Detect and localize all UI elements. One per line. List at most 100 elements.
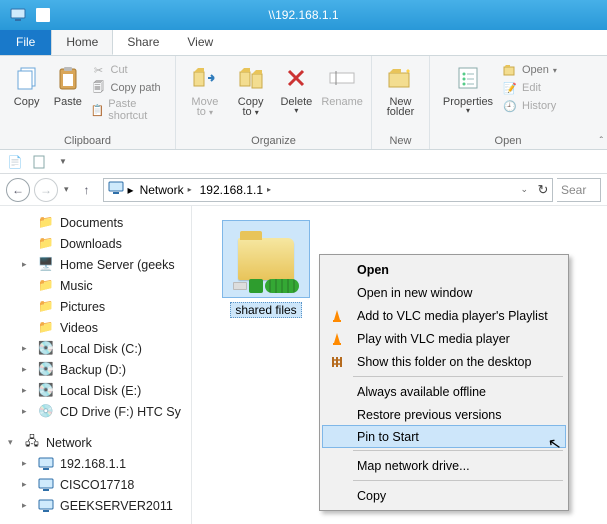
edit-icon: 📝 <box>502 80 518 96</box>
menu-add-vlc[interactable]: Add to VLC media player's Playlist <box>323 304 565 327</box>
copy-to-button[interactable]: Copy to ▾ <box>230 60 272 118</box>
menu-map-drive[interactable]: Map network drive... <box>323 454 565 477</box>
tree-node-cddrive[interactable]: ▸💿CD Drive (F:) HTC Sy <box>0 401 191 422</box>
menu-open[interactable]: Open <box>323 258 565 281</box>
tree-node-locale[interactable]: ▸💽Local Disk (E:) <box>0 380 191 401</box>
quick-access-toolbar: 📄 ▼ <box>0 150 607 174</box>
tab-home[interactable]: Home <box>51 29 113 55</box>
tree-node-ip[interactable]: ▸192.168.1.1 <box>0 453 191 474</box>
shared-folder-label: shared files <box>230 302 301 318</box>
refresh-button[interactable]: ↻ <box>534 182 552 198</box>
window-icon <box>0 8 36 22</box>
ribbon-group-clipboard: Copy Paste ✂Cut 🗐Copy path 📋Paste shortc… <box>0 56 176 149</box>
ribbon-group-open: Properties ▾ Open ▾ 📝Edit 🕘History Open <box>430 56 586 149</box>
open-icon <box>502 62 518 78</box>
pc-icon <box>38 498 54 514</box>
qat-dropdown-icon[interactable]: ▼ <box>54 153 72 171</box>
window-title: \\192.168.1.1 <box>0 8 607 22</box>
menu-open-new-window[interactable]: Open in new window <box>323 281 565 304</box>
drive-icon: 💽 <box>38 341 54 357</box>
drive-icon: 💽 <box>38 362 54 378</box>
nav-tree[interactable]: 📁Documents 📁Downloads ▸🖥️Home Server (ge… <box>0 206 192 524</box>
tree-node-music[interactable]: 📁Music <box>0 275 191 296</box>
ribbon-group-new: New folder New <box>372 56 430 149</box>
tree-node-pictures[interactable]: 📁Pictures <box>0 296 191 317</box>
edit-button[interactable]: 📝Edit <box>502 80 557 96</box>
forward-button[interactable]: → <box>34 178 58 202</box>
recent-dropdown[interactable]: ▾ <box>64 184 69 195</box>
tree-node-downloads[interactable]: 📁Downloads <box>0 233 191 254</box>
address-bar[interactable]: ▸ Network▸ 192.168.1.1▸ ⌄ ↻ <box>103 178 553 202</box>
server-icon: 🖥️ <box>38 257 54 273</box>
cd-icon: 💿 <box>38 404 54 420</box>
properties-button[interactable]: Properties ▾ <box>438 60 498 115</box>
shared-folder-item[interactable]: shared files <box>216 220 316 318</box>
tab-share[interactable]: Share <box>113 29 173 55</box>
copy-icon <box>11 62 43 94</box>
new-folder-button[interactable]: New folder <box>380 60 421 118</box>
delete-button[interactable]: Delete ▾ <box>276 60 318 115</box>
cut-button[interactable]: ✂Cut <box>91 62 167 78</box>
videos-icon: 📁 <box>38 320 54 336</box>
history-icon: 🕘 <box>502 98 518 114</box>
copy-path-button[interactable]: 🗐Copy path <box>91 80 167 96</box>
folder-icon: 📁 <box>38 236 54 252</box>
qat-dropdown[interactable] <box>36 8 50 22</box>
open-button[interactable]: Open ▾ <box>502 62 557 78</box>
address-history-dropdown[interactable]: ⌄ <box>520 184 528 195</box>
menu-separator <box>353 376 563 377</box>
paste-button[interactable]: Paste <box>49 60 86 108</box>
copy-path-icon: 🗐 <box>91 80 107 96</box>
move-to-button[interactable]: Move to ▾ <box>184 60 226 118</box>
up-button[interactable]: ↑ <box>75 178 99 202</box>
fences-icon <box>327 355 347 369</box>
shared-folder-icon <box>222 220 310 298</box>
tree-node-network[interactable]: ▾🖧Network <box>0 432 191 453</box>
delete-icon <box>280 62 312 94</box>
tree-node-localc[interactable]: ▸💽Local Disk (C:) <box>0 338 191 359</box>
search-input[interactable]: Sear <box>557 178 601 202</box>
menu-pin-to-start[interactable]: Pin to Start <box>322 425 566 448</box>
folder-icon: 📁 <box>38 215 54 231</box>
network-icon: 🖧 <box>24 435 40 451</box>
address-pc-icon <box>108 181 124 198</box>
pictures-icon: 📁 <box>38 299 54 315</box>
tree-node-cisco[interactable]: ▸CISCO17718 <box>0 474 191 495</box>
copy-button[interactable]: Copy <box>8 60 45 108</box>
menu-show-desktop[interactable]: Show this folder on the desktop <box>323 350 565 373</box>
paste-shortcut-icon: 📋 <box>91 102 105 118</box>
paste-shortcut-button[interactable]: 📋Paste shortcut <box>91 98 167 122</box>
paste-icon <box>52 62 84 94</box>
vlc-icon <box>327 332 347 346</box>
menu-separator <box>353 480 563 481</box>
tree-node-homeserver[interactable]: ▸🖥️Home Server (geeks <box>0 254 191 275</box>
nav-row: ← → ▾ ↑ ▸ Network▸ 192.168.1.1▸ ⌄ ↻ Sear <box>0 174 607 206</box>
crumb-ip[interactable]: 192.168.1.1▸ <box>198 183 273 197</box>
menu-play-vlc[interactable]: Play with VLC media player <box>323 327 565 350</box>
context-menu: Open Open in new window Add to VLC media… <box>319 254 569 511</box>
cut-icon: ✂ <box>91 62 107 78</box>
tree-node-backup[interactable]: ▸💽Backup (D:) <box>0 359 191 380</box>
history-button[interactable]: 🕘History <box>502 98 557 114</box>
qat-new-icon[interactable]: 📄 <box>6 153 24 171</box>
qat-properties-icon[interactable] <box>30 153 48 171</box>
tab-view[interactable]: View <box>173 29 227 55</box>
move-to-icon <box>189 62 221 94</box>
properties-icon <box>452 62 484 94</box>
tree-node-geek[interactable]: ▸GEEKSERVER2011 <box>0 495 191 516</box>
rename-icon <box>326 62 358 94</box>
menu-always-offline[interactable]: Always available offline <box>323 380 565 403</box>
ribbon-group-organize: Move to ▾ Copy to ▾ Delete ▾ Rename Orga… <box>176 56 372 149</box>
ribbon-collapse[interactable]: ˆ <box>600 136 603 147</box>
menu-restore-versions[interactable]: Restore previous versions <box>323 403 565 426</box>
new-folder-icon <box>385 62 417 94</box>
rename-button[interactable]: Rename <box>321 60 363 108</box>
crumb-network[interactable]: Network▸ <box>138 183 194 197</box>
tab-file[interactable]: File <box>0 29 51 55</box>
tree-node-videos[interactable]: 📁Videos <box>0 317 191 338</box>
tree-node-documents[interactable]: 📁Documents <box>0 212 191 233</box>
drive-icon: 💽 <box>38 383 54 399</box>
menu-copy[interactable]: Copy <box>323 484 565 507</box>
back-button[interactable]: ← <box>6 178 30 202</box>
menu-separator <box>353 450 563 451</box>
